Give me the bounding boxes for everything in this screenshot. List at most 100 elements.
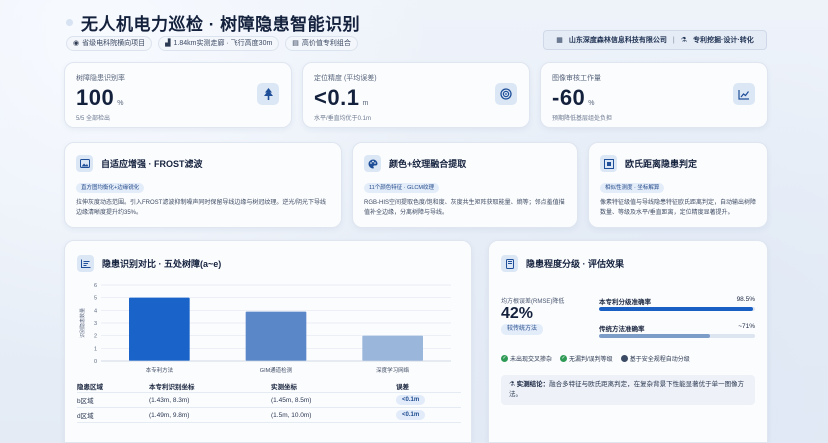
table-cell: <0.1m (396, 410, 461, 420)
y-tick-label: 6 (94, 283, 97, 289)
check-list: ✓ 未出现交叉掺杂 ✓ 无漏判/误判等级 基于安全规程自动分级 (501, 354, 690, 363)
stat-sub: 5/5 全部检出 (76, 116, 111, 122)
company-service: 专利挖掘·设计·转化 (693, 37, 754, 44)
stat-number: <0.1 (314, 85, 360, 110)
company-banner: ▦ 山东深度森林信息科技有限公司 | ⚗ 专利挖掘·设计·转化 (543, 30, 767, 50)
feature-pill: 相似性测度 · 坐标解算 (600, 183, 665, 193)
table-header-cell: 本专利识别坐标 (149, 383, 195, 391)
feature-pill: 直方图均衡化+边缘锐化 (76, 183, 145, 193)
comparison-table: 隐患区域 本专利识别坐标 实测坐标 误差 b区域 (1.43m, 8.3m) (… (77, 379, 461, 423)
stat-card-accuracy: 定位精度 (平均误差) <0.1 m 水平/垂直均优于0.1m (302, 62, 530, 128)
y-tick-label: 4 (94, 308, 97, 314)
accuracy-track-traditional (599, 334, 755, 338)
table-cell: (1.45m, 8.5m) (271, 396, 312, 404)
feature-title: 自适应增强 · FROST滤波 (101, 159, 203, 169)
stat-number: 100 (76, 85, 115, 110)
table-row: b区域 (1.43m, 8.3m) (1.45m, 8.5m) <0.1m (77, 393, 461, 408)
tag-field-test-label: 1.84km实测走廊 · 飞行高度30m (173, 40, 273, 47)
bar (129, 297, 190, 361)
tag-field-test: ▟ 1.84km实测走廊 · 飞行高度30m (158, 36, 280, 51)
accuracy-value-patent: 98.5% (736, 296, 755, 303)
bar-chart: 0 1 2 3 4 5 6 识别隐患数量本专利方法 GIM通道检测 深度学习网络 (79, 283, 451, 374)
tag-project-label: 省级电科院横向项目 (82, 40, 146, 47)
stat-unit: % (117, 100, 124, 107)
x-tick-label: 本专利方法 (146, 366, 174, 374)
stat-sub: 水平/垂直均优于0.1m (314, 116, 372, 122)
comparison-title: 隐患识别对比 · 五处树障(a~e) (102, 259, 222, 269)
table-row: d区域 (1.49m, 9.8m) (1.5m, 10.0m) <0.1m (77, 408, 461, 423)
accuracy-fill-patent (599, 307, 753, 311)
table-header-row: 隐患区域 本专利识别坐标 实测坐标 误差 (77, 379, 461, 393)
evaluation-card: 隐患程度分级 · 评估效果 均方根误差(RMSE)降低 42% 较传统方法 本专… (488, 240, 768, 443)
feature-desc: 拉伸灰度动态范围。引入FROST滤波抑制噪声同时保留导线边缘与树冠纹理。逆光/阴… (76, 200, 327, 216)
tag-project: ◉ 省级电科院横向项目 (66, 36, 153, 51)
stat-value: 100% (76, 85, 124, 111)
accuracy-label-patent: 本专利分级准确率 (599, 299, 651, 306)
stat-card-workload: 图像审核工作量 -60% 预期降低基层组处负担 (540, 62, 768, 128)
company-name: 山东深度森林信息科技有限公司 (568, 37, 667, 44)
stat-unit: m (362, 100, 369, 107)
stat-number: -60 (552, 85, 586, 110)
title-row: 无人机电力巡检 · 树障隐患智能识别 (66, 10, 360, 35)
x-tick-label: GIM通道检测 (260, 366, 293, 374)
rmse-label: 均方根误差(RMSE)降低 (501, 299, 565, 305)
table-cell: (1.5m, 10.0m) (271, 411, 312, 419)
list-icon (77, 255, 94, 272)
stat-value: -60% (552, 85, 595, 111)
flask-icon: ⚗ (680, 37, 688, 44)
x-tick-label: 深度学习网络 (376, 366, 410, 374)
accuracy-fill-traditional (599, 334, 710, 338)
image-icon (76, 155, 93, 172)
stat-sub: 预期降低基层组处负担 (552, 116, 613, 122)
check-icon: ✓ (501, 355, 508, 362)
tag-patent-label: 高价值专利组合 (301, 40, 351, 47)
bar (362, 335, 423, 361)
y-tick-label: 0 (94, 359, 97, 365)
feature-card-fusion: 颜色+纹理融合提取 11个颜色特征 · GLCM纹理 RGB-HIS空间提取色度… (352, 142, 578, 228)
table-header-cell: 隐患区域 (77, 383, 103, 391)
comparison-head: 隐患识别对比 · 五处树障(a~e) (77, 255, 221, 272)
feature-desc: 像素特征级值与导线隐患特征欧氏距离判定，自动输出树障数量、等级及水平/垂直距离，… (600, 200, 757, 216)
y-tick-label: 5 (94, 296, 97, 302)
y-tick-label: 2 (94, 334, 97, 340)
accuracy-label-traditional: 传统方法准确率 (599, 326, 645, 333)
feature-title: 欧氏距离隐患判定 (625, 159, 698, 169)
trend-icon (733, 83, 755, 105)
tag-patent: ▤ 高价值专利组合 (285, 36, 358, 51)
chart-icon: ▟ (165, 40, 171, 47)
feature-pill: 11个颜色特征 · GLCM纹理 (364, 183, 439, 193)
flask-icon: ⚗ (509, 381, 515, 388)
stat-unit: % (588, 100, 596, 107)
table-cell: d区域 (77, 413, 94, 420)
feature-card-euclid: 欧氏距离隐患判定 相似性测度 · 坐标解算 像素特征级值与导线隐患特征欧氏距离判… (588, 142, 768, 228)
check-item: 基于安全规程自动分级 (620, 354, 690, 363)
table-header-cell: 误差 (396, 383, 409, 391)
feature-head: 欧氏距离隐患判定 (600, 155, 697, 172)
evaluation-head: 隐患程度分级 · 评估效果 (501, 255, 624, 272)
tree-icon (257, 83, 279, 105)
page-title: 无人机电力巡检 · 树障隐患智能识别 (81, 15, 361, 34)
stat-card-recognition: 树障隐患识别率 100% 5/5 全部检出 (64, 62, 292, 128)
accuracy-track-patent (599, 307, 755, 311)
y-tick-label: 3 (94, 321, 97, 327)
stat-value: <0.1 m (314, 85, 369, 111)
stat-label: 定位精度 (平均误差) (314, 75, 377, 82)
palette-icon (364, 155, 381, 172)
table-cell: b区域 (77, 398, 94, 405)
error-badge: <0.1m (396, 410, 426, 420)
stat-label: 图像审核工作量 (552, 75, 601, 82)
error-badge: <0.1m (396, 395, 426, 405)
building-icon: ▦ (556, 37, 563, 44)
globe-icon: ◉ (73, 40, 80, 47)
accuracy-value-traditional: ~71% (738, 323, 755, 330)
check-label: 未出现交叉掺杂 (510, 357, 553, 363)
check-icon: ✓ (560, 355, 568, 362)
bookmark-icon (501, 255, 518, 272)
feature-head: 颜色+纹理融合提取 (364, 155, 466, 172)
conclusion-label: 实测结论： (516, 381, 550, 388)
company-separator: | (672, 36, 675, 44)
check-item: ✓ 无漏判/误判等级 (560, 354, 613, 363)
title-dot-icon (66, 19, 73, 26)
feature-desc: RGB-HIS空间提取色度/饱和度、灰度共生矩阵获取能量、熵等；邻点羞值描值补全… (364, 200, 565, 216)
conclusion-box: ⚗ 实测结论：融合多特征与欧氏距离判定，在复杂背景下性能显著优于单一图像方法。 (501, 375, 755, 405)
